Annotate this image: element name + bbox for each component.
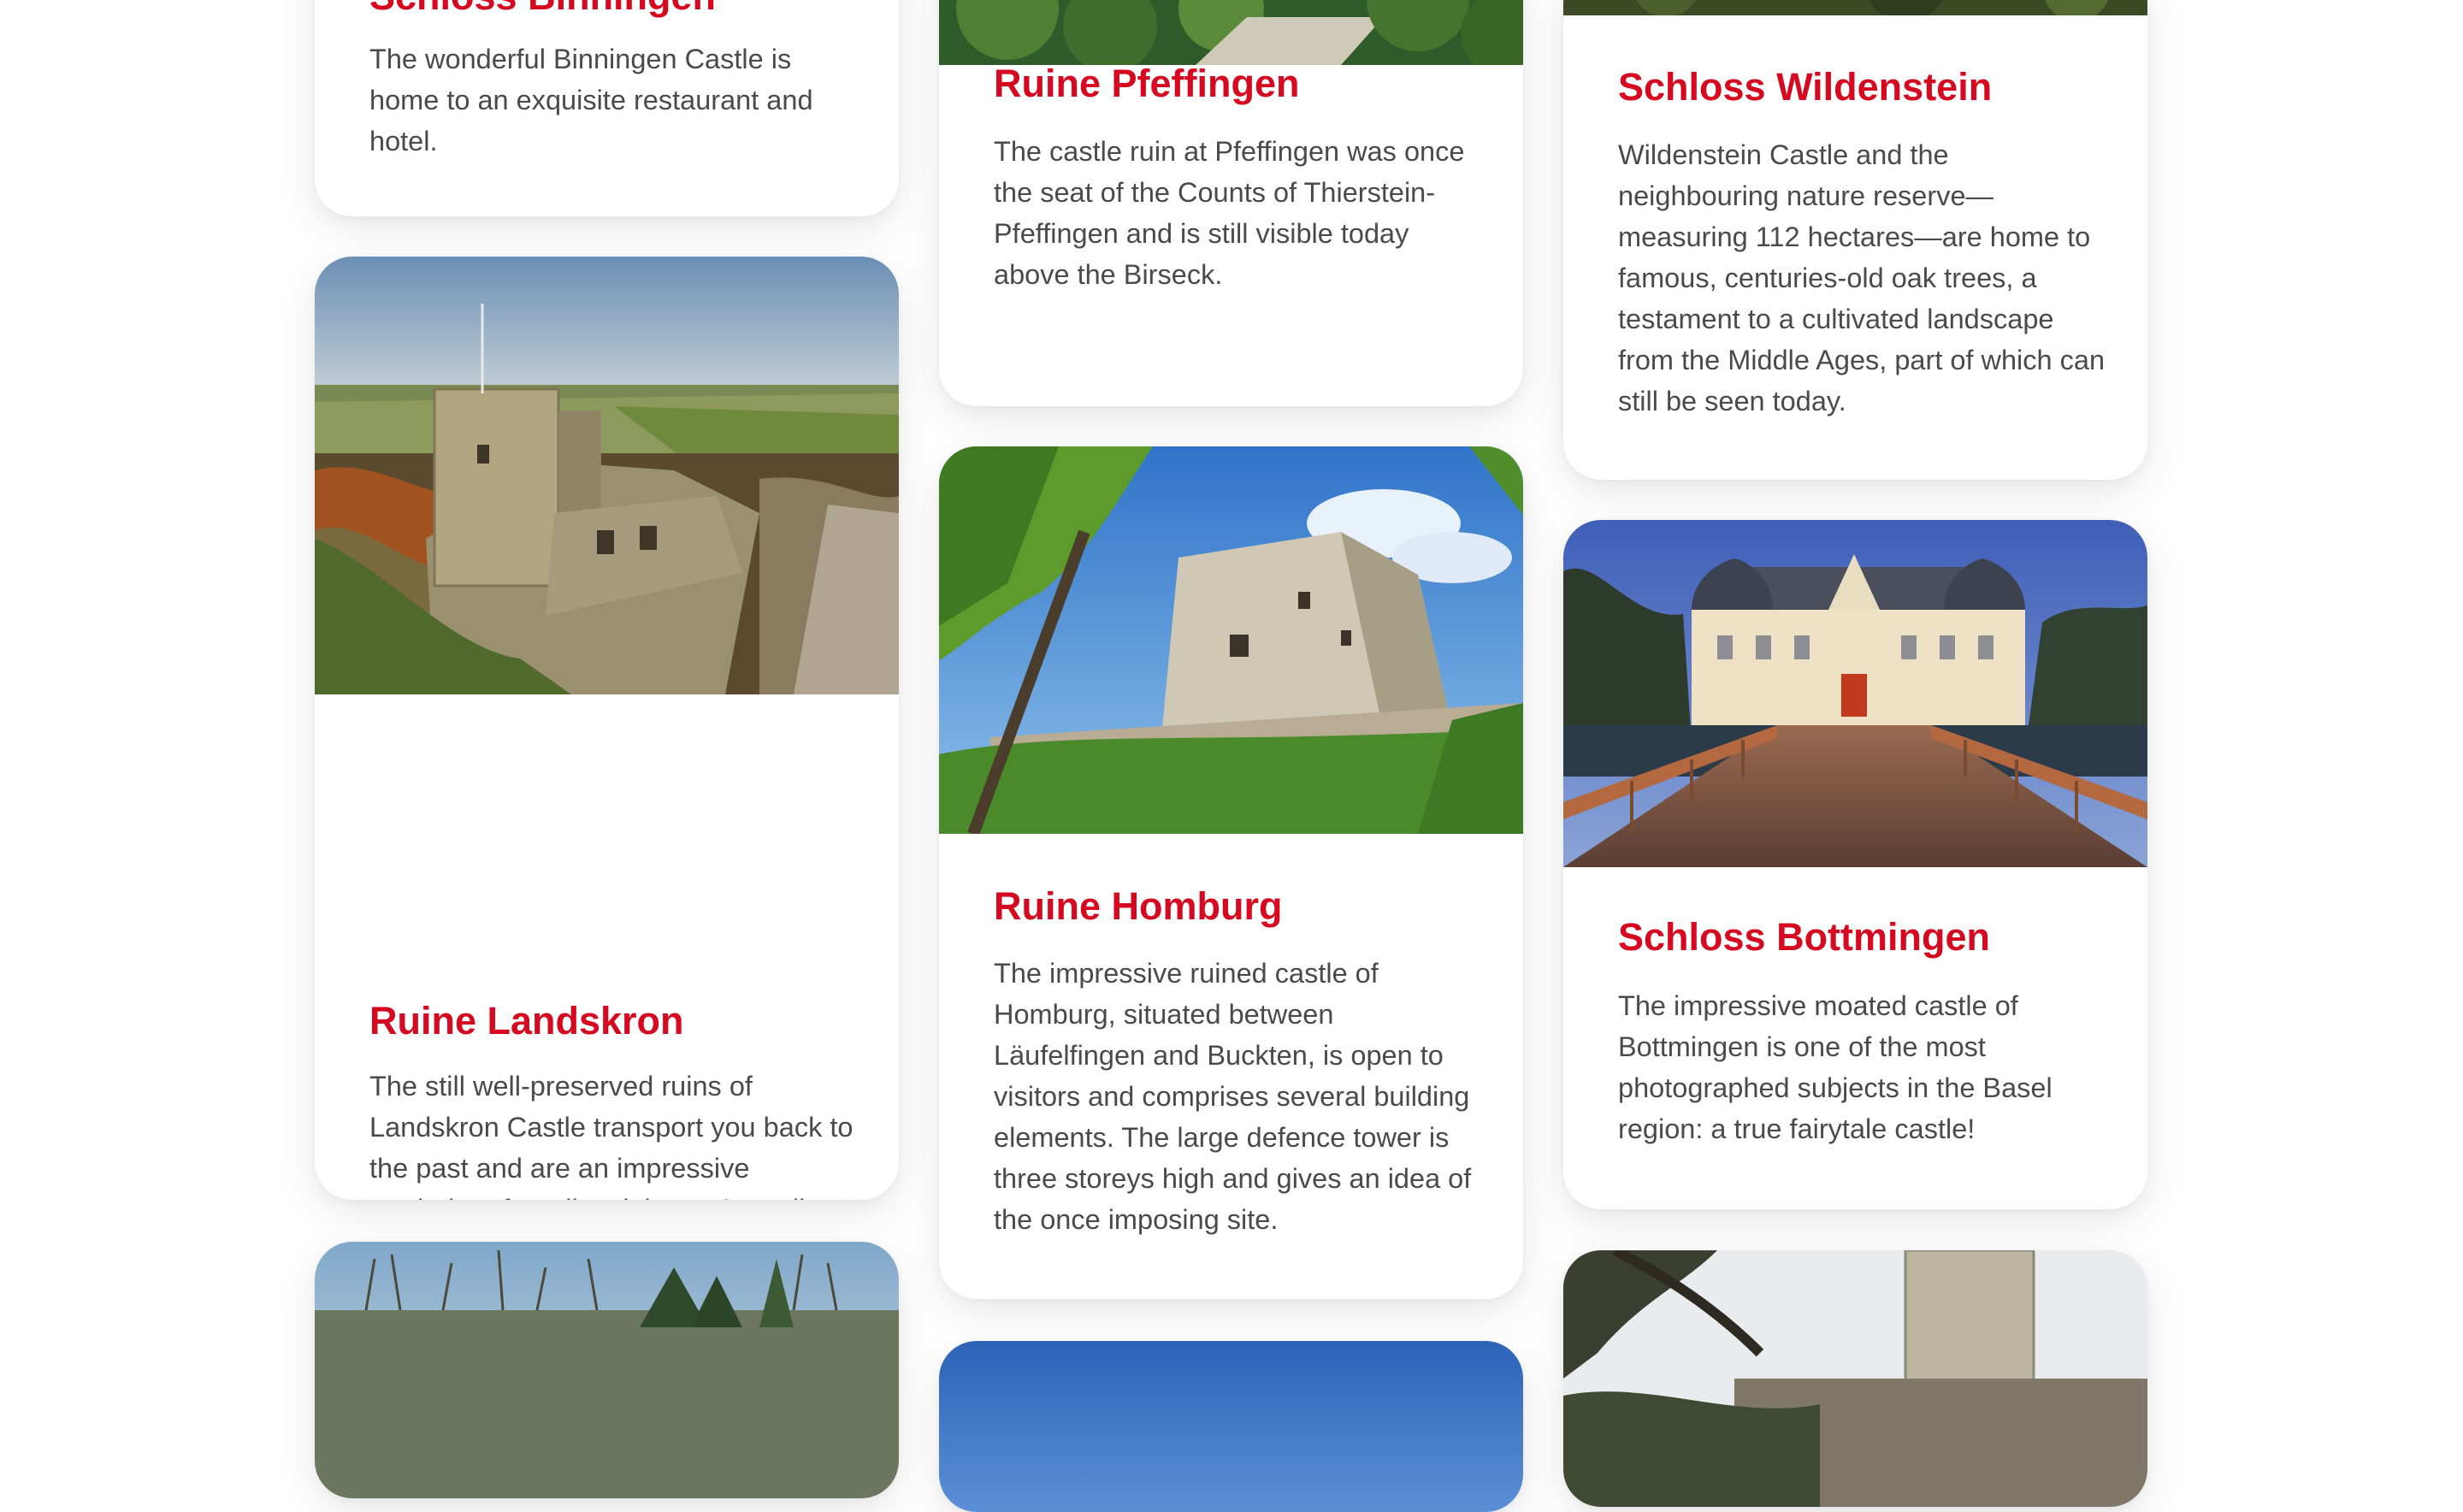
card-title[interactable]: Ruine Pfeffingen xyxy=(994,60,1300,108)
castle-card[interactable] xyxy=(1563,1250,2147,1507)
castle-photo-pfeffingen[interactable] xyxy=(939,0,1523,65)
castle-card-wildenstein[interactable]: Schloss Wildenstein Wildenstein Castle a… xyxy=(1563,0,2147,480)
card-title[interactable]: Ruine Homburg xyxy=(994,883,1282,930)
card-description: The wonderful Binningen Castle is home t… xyxy=(369,44,813,157)
castle-photo-homburg[interactable] xyxy=(939,446,1523,834)
card-description: The impressive moated castle of Bottming… xyxy=(1618,990,2052,1144)
castle-card-landskron[interactable]: Ruine Landskron The still well-preserved… xyxy=(315,257,899,1200)
castle-photo-landskron[interactable] xyxy=(315,257,899,694)
castle-photo-wildenstein[interactable] xyxy=(1563,0,2147,15)
castle-card[interactable] xyxy=(939,1341,1523,1512)
castle-card-bottmingen[interactable]: Schloss Bottmingen The impressive moated… xyxy=(1563,520,2147,1209)
card-title[interactable]: Schloss Binningen xyxy=(369,0,716,21)
castle-card-binningen[interactable]: Schloss Binningen The wonderful Binninge… xyxy=(315,0,899,216)
castle-card-pfeffingen[interactable]: Ruine Pfeffingen The castle ruin at Pfef… xyxy=(939,0,1523,406)
card-description: The impressive ruined castle of Homburg,… xyxy=(994,958,1472,1235)
castle-photo[interactable] xyxy=(939,1341,1523,1512)
castle-photo[interactable] xyxy=(1563,1250,2147,1507)
card-title[interactable]: Ruine Landskron xyxy=(369,997,684,1045)
card-title[interactable]: Schloss Bottmingen xyxy=(1618,913,1990,961)
castle-photo[interactable] xyxy=(315,1242,899,1498)
card-title[interactable]: Schloss Wildenstein xyxy=(1618,63,1992,111)
card-description: Wildenstein Castle and the neighbouring … xyxy=(1618,139,2106,416)
card-description: The castle ruin at Pfeffingen was once t… xyxy=(994,136,1465,290)
castle-card-homburg[interactable]: Ruine Homburg The impressive ruined cast… xyxy=(939,446,1523,1299)
card-description: The still well-preserved ruins of Landsk… xyxy=(369,1071,853,1200)
castle-photo-bottmingen[interactable] xyxy=(1563,520,2147,867)
castle-card[interactable] xyxy=(315,1242,899,1498)
